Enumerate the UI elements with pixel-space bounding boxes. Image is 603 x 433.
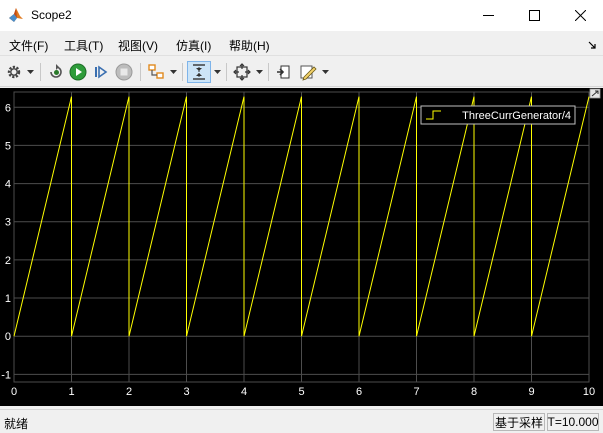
y-tick-label: 4 [5, 179, 11, 191]
step-forward-icon [92, 63, 110, 81]
x-tick-label: 8 [471, 386, 477, 398]
edit-icon [299, 63, 317, 81]
toolbar-separator [182, 63, 183, 81]
legend-label: ThreeCurrGenerator/4 [462, 110, 571, 122]
dropdown-icon [255, 70, 263, 74]
title-bar: Scope2 [0, 0, 603, 31]
edit-button[interactable] [297, 61, 319, 83]
scope-chart[interactable]: 0 1 2 3 4 5 6 7 8 9 10-10123456 ThreeCurrGenerator… [0, 88, 603, 406]
menu-simulation[interactable]: 仿真(I) [176, 37, 211, 54]
dropdown-icon [213, 70, 221, 74]
x-tick-label: 4 [241, 386, 247, 398]
dock-arrow-icon[interactable] [587, 39, 597, 49]
autoscale-dropdown[interactable] [254, 61, 264, 83]
y-tick-label: 0 [5, 331, 11, 343]
trace-layer [13, 96, 590, 337]
run-button[interactable] [67, 61, 89, 83]
autoscale-icon [233, 63, 251, 81]
y-tick-label: -1 [1, 369, 11, 381]
stop-button[interactable] [113, 61, 135, 83]
cursor-zoom-icon [190, 63, 208, 81]
status-bar: 就绪 基于采样 T=10.000 [0, 409, 603, 433]
autoscale-button[interactable] [231, 61, 253, 83]
x-tick-label: 7 [413, 386, 419, 398]
x-tick-label: 1 [68, 386, 74, 398]
toolbar-separator [226, 63, 227, 81]
x-tick-label: 6 [356, 386, 362, 398]
menu-view[interactable]: 视图(V) [118, 37, 158, 54]
menu-bar: 文件(F) 工具(T) 视图(V) 仿真(I) 帮助(H) [0, 31, 603, 55]
step-forward-button[interactable] [90, 61, 112, 83]
minimize-button[interactable] [465, 0, 511, 31]
menu-file[interactable]: 文件(F) [9, 37, 48, 54]
close-button[interactable] [557, 0, 603, 31]
x-tick-label: 2 [126, 386, 132, 398]
restore-button[interactable] [45, 61, 67, 83]
maximize-button[interactable] [511, 0, 557, 31]
y-tick-label: 2 [5, 255, 11, 267]
ticks-layer: 0 1 2 3 4 5 6 7 8 9 10-10123456 [1, 102, 595, 398]
sample-mode-indicator: 基于采样 [493, 413, 545, 431]
y-tick-label: 5 [5, 140, 11, 152]
y-tick-label: 6 [5, 102, 11, 114]
x-tick-label: 10 [583, 386, 595, 398]
toolbar-separator [140, 63, 141, 81]
x-tick-label: 0 [11, 386, 17, 398]
series-line [13, 96, 590, 337]
highlight-block-icon [147, 63, 165, 81]
legend[interactable]: ThreeCurrGenerator/4 [420, 105, 576, 125]
menu-help[interactable]: 帮助(H) [229, 37, 270, 54]
settings-icon [6, 64, 22, 80]
minimize-icon [482, 10, 494, 21]
highlight-dropdown[interactable] [168, 61, 178, 83]
x-tick-label: 9 [528, 386, 534, 398]
scope-plot-area[interactable]: 0 1 2 3 4 5 6 7 8 9 10 -1 0 1 2 3 4 5 6 ThreeCurrGenerator… [0, 88, 603, 406]
settings-button[interactable] [4, 61, 24, 83]
dropdown-icon [26, 70, 34, 74]
y-tick-label: 3 [5, 217, 11, 229]
y-tick-label: 1 [5, 293, 11, 305]
edit-dropdown[interactable] [320, 61, 330, 83]
undock-axes-icon[interactable] [589, 88, 601, 99]
sim-time-indicator: T=10.000 [547, 413, 599, 431]
toolbar [0, 55, 603, 87]
run-icon [69, 63, 87, 81]
zoom-dropdown[interactable] [212, 61, 222, 83]
settings-dropdown[interactable] [25, 61, 35, 83]
toolbar-separator [40, 63, 41, 81]
toolbar-separator [268, 63, 269, 81]
matlab-icon [8, 7, 24, 23]
close-icon [574, 10, 586, 21]
status-ready-text: 就绪 [4, 417, 29, 431]
cursor-zoom-button[interactable] [187, 61, 211, 83]
menu-tools[interactable]: 工具(T) [64, 37, 103, 54]
write-data-icon [275, 63, 293, 81]
write-data-button[interactable] [273, 61, 295, 83]
restore-icon [47, 63, 65, 81]
highlight-block-button[interactable] [145, 61, 167, 83]
x-tick-label: 5 [298, 386, 304, 398]
dropdown-icon [169, 70, 177, 74]
stop-icon [115, 63, 133, 81]
dropdown-icon [321, 70, 329, 74]
maximize-icon [528, 10, 540, 21]
x-tick-label: 3 [183, 386, 189, 398]
window-title: Scope2 [31, 8, 72, 22]
